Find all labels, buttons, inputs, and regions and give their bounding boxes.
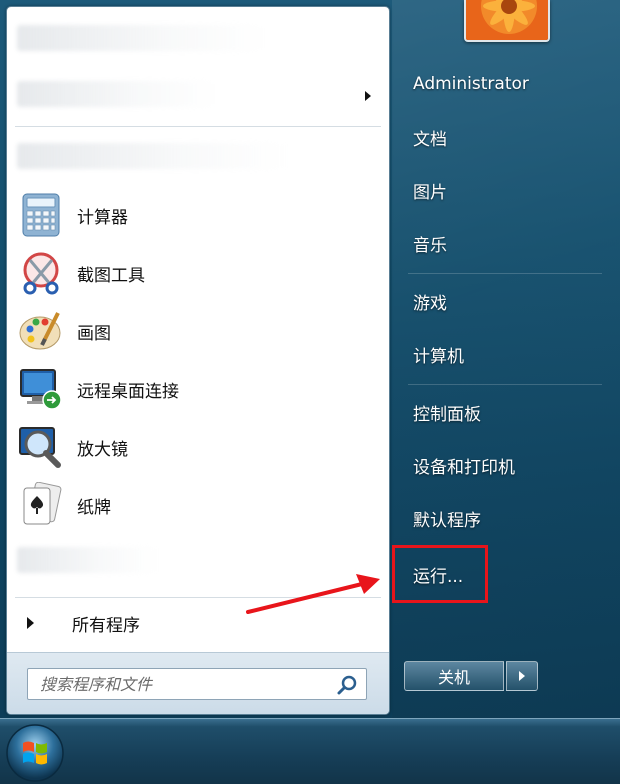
shutdown-button[interactable]: 关机 — [404, 661, 504, 691]
app-label: 计算器 — [77, 207, 128, 228]
blurred-item — [17, 547, 157, 573]
right-item-label: 图片 — [413, 182, 447, 203]
all-programs-label: 所有程序 — [72, 615, 140, 636]
app-item-snipping-tool[interactable]: 截图工具 — [13, 246, 385, 300]
app-item-solitaire[interactable]: 纸牌 — [13, 478, 385, 532]
right-item-control-panel[interactable]: 控制面板 — [404, 392, 604, 432]
separator — [15, 126, 381, 127]
right-item-label: 设备和打印机 — [413, 457, 515, 478]
right-item-label: 控制面板 — [413, 404, 481, 425]
right-item-label: 计算机 — [413, 346, 464, 367]
user-name-link[interactable]: Administrator — [404, 64, 604, 104]
app-label: 远程桌面连接 — [77, 381, 179, 402]
right-item-label: 文档 — [413, 129, 447, 150]
search-input[interactable] — [40, 670, 336, 698]
app-item-paint[interactable]: 画图 — [13, 304, 385, 358]
magnifier-icon — [17, 423, 65, 471]
search-area — [7, 652, 389, 714]
submenu-arrow-icon[interactable] — [365, 91, 371, 101]
taskbar — [0, 718, 620, 784]
paint-icon — [17, 307, 65, 355]
right-item-default-programs[interactable]: 默认程序 — [404, 498, 604, 538]
start-button[interactable] — [4, 722, 66, 784]
right-item-label: 默认程序 — [413, 510, 481, 531]
right-item-pictures[interactable]: 图片 — [404, 170, 604, 210]
user-name-label: Administrator — [413, 74, 529, 94]
right-item-games[interactable]: 游戏 — [404, 281, 604, 321]
separator — [408, 384, 602, 385]
right-item-music[interactable]: 音乐 — [404, 223, 604, 263]
right-item-documents[interactable]: 文档 — [404, 117, 604, 157]
right-item-label: 音乐 — [413, 235, 447, 256]
search-icon[interactable] — [336, 674, 358, 696]
highlight-box — [392, 545, 488, 603]
search-box[interactable] — [27, 668, 367, 700]
solitaire-icon — [17, 481, 65, 529]
app-item-calculator[interactable]: 计算器 — [13, 188, 385, 242]
blurred-item — [17, 81, 217, 107]
blurred-item — [17, 143, 287, 169]
remote-desktop-icon — [17, 365, 65, 413]
arrow-right-icon — [519, 671, 525, 681]
right-item-computer[interactable]: 计算机 — [404, 334, 604, 374]
calculator-icon — [17, 191, 65, 239]
separator — [408, 273, 602, 274]
user-picture-icon[interactable] — [464, 0, 550, 42]
blurred-item — [17, 25, 267, 51]
app-label: 画图 — [77, 323, 111, 344]
windows-logo-icon — [6, 724, 64, 782]
right-item-devices-printers[interactable]: 设备和打印机 — [404, 445, 604, 485]
red-arrow-annotation — [246, 574, 380, 614]
shutdown-options-button[interactable] — [506, 661, 538, 691]
app-item-remote-desktop[interactable]: 远程桌面连接 — [13, 362, 385, 416]
app-item-magnifier[interactable]: 放大镜 — [13, 420, 385, 474]
shutdown-label: 关机 — [437, 668, 470, 687]
right-item-label: 游戏 — [413, 293, 447, 314]
app-label: 截图工具 — [77, 265, 145, 286]
app-label: 纸牌 — [77, 497, 111, 518]
app-label: 放大镜 — [77, 439, 128, 460]
snipping-tool-icon — [17, 249, 65, 297]
expand-arrow-icon — [27, 617, 34, 629]
